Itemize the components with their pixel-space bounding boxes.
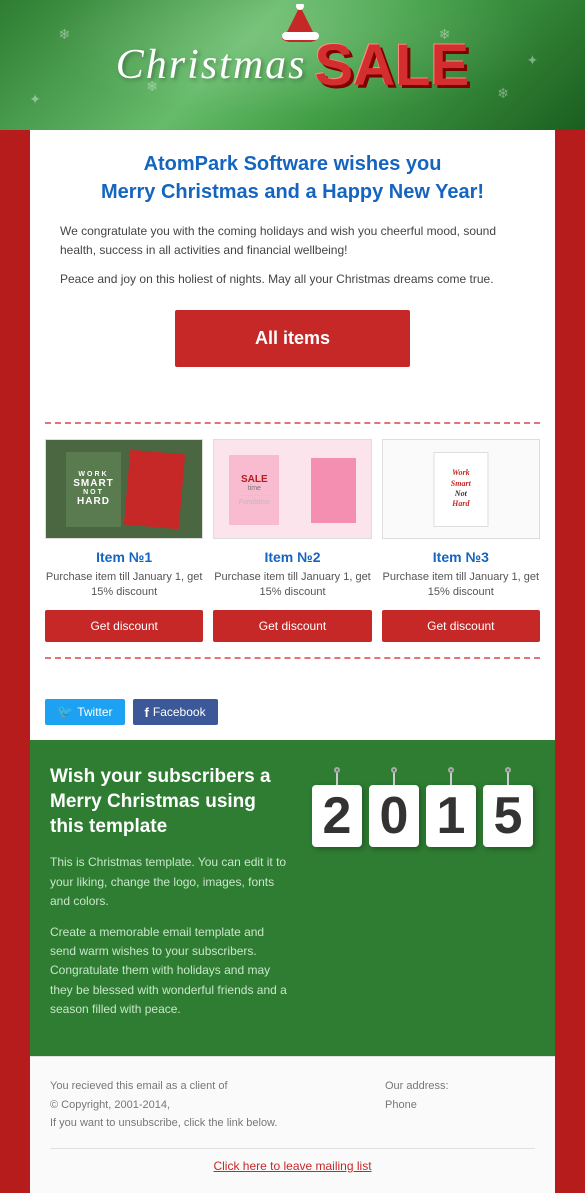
product-image-1: WORK SMART NOT HARD bbox=[45, 439, 203, 539]
product-2-desc: Purchase item till January 1, get 15% di… bbox=[213, 570, 371, 601]
product-2-title: Item №2 bbox=[213, 549, 371, 565]
footer-address-label: Our address: bbox=[385, 1080, 449, 1092]
product3-card-white: WorkSmartNotHard bbox=[433, 452, 488, 527]
promo-body-2: Create a memorable email template and se… bbox=[50, 923, 290, 1019]
footer-right-text: Our address: Phone bbox=[385, 1077, 535, 1114]
product-image-3: WorkSmartNotHard bbox=[382, 439, 540, 539]
greeting-section: AtomPark Software wishes you Merry Chris… bbox=[30, 130, 555, 397]
footer-line2: © Copyright, 2001-2014, bbox=[50, 1099, 170, 1111]
promo-section: Wish your subscribers a Merry Christmas … bbox=[30, 740, 555, 1056]
promo-title: Wish your subscribers a Merry Christmas … bbox=[50, 765, 290, 839]
banner-christmas-text: Christmas bbox=[116, 41, 307, 89]
product1-card-back bbox=[124, 449, 185, 529]
unsubscribe-link[interactable]: Click here to leave mailing list bbox=[50, 1159, 535, 1183]
get-discount-btn-3[interactable]: Get discount bbox=[382, 610, 540, 642]
product-1-title: Item №1 bbox=[45, 549, 203, 565]
facebook-icon: f bbox=[145, 705, 149, 720]
email-wrapper: ❄ ❄ ❄ ❄ ✦ ✦ Christmas SALE AtomPark Soft… bbox=[0, 0, 585, 1193]
footer-columns: You recieved this email as a client of ©… bbox=[50, 1077, 535, 1133]
footer-right: Our address: Phone bbox=[385, 1077, 535, 1133]
products-grid: WORK SMART NOT HARD Item №1 Purchase ite… bbox=[45, 439, 540, 643]
header-banner: ❄ ❄ ❄ ❄ ✦ ✦ Christmas SALE bbox=[0, 0, 585, 130]
footer-left: You recieved this email as a client of ©… bbox=[50, 1077, 365, 1133]
footer-section: You recieved this email as a client of ©… bbox=[30, 1056, 555, 1193]
product1-card-front: WORK SMART NOT HARD bbox=[66, 452, 121, 527]
product-col-1: WORK SMART NOT HARD Item №1 Purchase ite… bbox=[45, 439, 203, 643]
footer-line3: If you want to unsubscribe, click the li… bbox=[50, 1117, 277, 1129]
footer-phone-label: Phone bbox=[385, 1099, 417, 1111]
twitter-button[interactable]: 🐦 Twitter bbox=[45, 699, 125, 725]
tag-hole-3 bbox=[448, 767, 454, 773]
year-digit-2: 0 bbox=[369, 785, 419, 847]
year-digit-1: 2 bbox=[312, 785, 362, 847]
greeting-body-1: We congratulate you with the coming holi… bbox=[60, 222, 525, 260]
facebook-label: Facebook bbox=[153, 705, 206, 719]
greeting-title: AtomPark Software wishes you Merry Chris… bbox=[60, 150, 525, 206]
banner-sale-text: SALE bbox=[315, 32, 470, 99]
year-digit-3: 1 bbox=[426, 785, 476, 847]
social-buttons: 🐦 Twitter f Facebook bbox=[45, 699, 540, 725]
promo-body-1: This is Christmas template. You can edit… bbox=[50, 853, 290, 911]
footer-divider bbox=[50, 1148, 535, 1149]
bottom-dotted-divider bbox=[45, 657, 540, 659]
product-col-2: SALE time Fondation Item №2 Purchase ite… bbox=[213, 439, 371, 643]
tag-hole-4 bbox=[505, 767, 511, 773]
tag-hole-1 bbox=[334, 767, 340, 773]
product-1-desc: Purchase item till January 1, get 15% di… bbox=[45, 570, 203, 601]
footer-line1: You recieved this email as a client of bbox=[50, 1080, 228, 1092]
year-tags: 2 0 1 5 bbox=[310, 765, 535, 847]
get-discount-btn-2[interactable]: Get discount bbox=[213, 610, 371, 642]
product2-card-main: SALE time Fondation bbox=[229, 455, 279, 525]
year-display: 2 0 1 5 bbox=[310, 765, 535, 847]
social-section: 🐦 Twitter f Facebook bbox=[30, 689, 555, 740]
facebook-button[interactable]: f Facebook bbox=[133, 699, 218, 725]
twitter-label: Twitter bbox=[77, 705, 112, 719]
product-3-title: Item №3 bbox=[382, 549, 540, 565]
get-discount-btn-1[interactable]: Get discount bbox=[45, 610, 203, 642]
products-section: WORK SMART NOT HARD Item №1 Purchase ite… bbox=[30, 397, 555, 690]
footer-left-text: You recieved this email as a client of ©… bbox=[50, 1077, 365, 1133]
all-items-button[interactable]: All items bbox=[175, 310, 410, 367]
greeting-body-2: Peace and joy on this holiest of nights.… bbox=[60, 270, 525, 289]
product-image-2: SALE time Fondation bbox=[213, 439, 371, 539]
all-items-btn-wrapper: All items bbox=[60, 310, 525, 367]
top-dotted-divider bbox=[45, 422, 540, 424]
promo-text: Wish your subscribers a Merry Christmas … bbox=[50, 765, 290, 1031]
twitter-bird-icon: 🐦 bbox=[57, 704, 73, 720]
tag-hole-2 bbox=[391, 767, 397, 773]
santa-hat-icon bbox=[278, 4, 323, 42]
product-3-desc: Purchase item till January 1, get 15% di… bbox=[382, 570, 540, 601]
year-digit-4: 5 bbox=[483, 785, 533, 847]
product2-card-back bbox=[311, 458, 356, 523]
product-col-3: WorkSmartNotHard Item №3 Purchase item t… bbox=[382, 439, 540, 643]
